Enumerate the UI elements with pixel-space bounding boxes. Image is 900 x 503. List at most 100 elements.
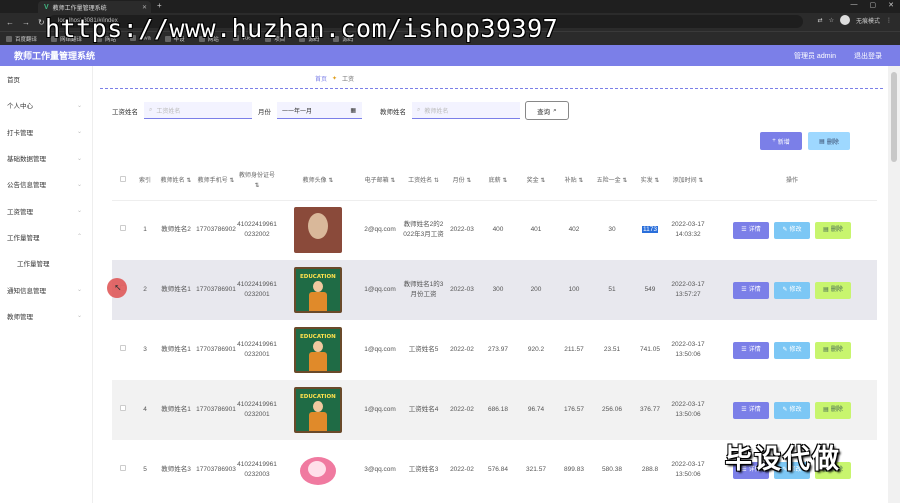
cell-idcard: 410224199610232003 <box>237 461 277 478</box>
detail-button[interactable]: ☰ 详情 <box>733 341 769 359</box>
browser-menu-icon[interactable]: ⋮ <box>886 17 892 24</box>
col-header[interactable]: 工资姓名 ⇅ <box>402 162 445 201</box>
reload-icon[interactable]: ↻ <box>38 18 45 27</box>
edit-button[interactable]: ✎ 修改 <box>774 401 810 419</box>
cell-index: 1 <box>143 226 147 234</box>
row-checkbox[interactable] <box>120 405 126 411</box>
sidebar-item-label: 基础数据管理 <box>7 156 46 164</box>
col-header[interactable]: 添加时间 ⇅ <box>669 162 707 201</box>
sidebar-item-workload[interactable]: 工作量管理 ⌃ <box>0 224 92 250</box>
sidebar-item-label: 工作量管理 <box>7 234 40 242</box>
table-row[interactable]: 1 教师姓名2 17703786902 410224199610232002 2@qq.… <box>112 200 877 260</box>
chevron-down-icon: ⌄ <box>76 208 82 215</box>
trash-icon: ▤ <box>823 347 829 353</box>
cell-email: 1@qq.com <box>364 286 396 293</box>
breadcrumb-home[interactable]: 首页 <box>315 74 327 83</box>
sidebar-item-teachers[interactable]: 教师管理 ⌄ <box>0 303 92 329</box>
window-close-icon[interactable]: ✕ <box>888 1 894 9</box>
col-header[interactable]: 教师姓名 ⇅ <box>156 162 196 201</box>
sidebar-item-home[interactable]: 首页 <box>0 66 92 92</box>
col-header[interactable]: 教师手机号 ⇅ <box>196 162 236 201</box>
cell-month: 2022-03 <box>450 286 474 293</box>
delete-button[interactable]: ▤ 删除 <box>815 341 851 359</box>
minimize-icon[interactable]: — <box>851 1 858 9</box>
sort-icon: ⇅ <box>254 182 260 189</box>
forward-icon[interactable]: → <box>22 18 30 27</box>
row-checkbox[interactable] <box>120 465 126 471</box>
detail-button[interactable]: ☰ 详情 <box>733 281 769 299</box>
bookmark-star-icon[interactable]: ☆ <box>829 17 834 24</box>
detail-button[interactable]: ☰ 详情 <box>733 401 769 419</box>
col-header[interactable]: 底薪 ⇅ <box>479 162 517 201</box>
sidebar-item-announcements[interactable]: 公告信息管理 ⌄ <box>0 171 92 197</box>
cell-salary_name: 教师姓名1的3月份工资 <box>403 281 444 298</box>
logout-link[interactable]: 退出登录 <box>854 51 882 61</box>
delete-button[interactable]: ▤ 删除 <box>815 221 851 239</box>
cell-insurance: 23.51 <box>603 346 621 353</box>
sidebar-item-salary[interactable]: 工资管理 ⌄ <box>0 197 92 223</box>
back-icon[interactable]: ← <box>6 18 14 27</box>
delete-button[interactable]: ▤ 删除 <box>815 281 851 299</box>
edit-button[interactable]: ✎ 修改 <box>774 281 810 299</box>
calendar-icon[interactable]: ▦ <box>350 107 356 114</box>
browser-tab[interactable]: V 教师工作量管理系统 ✕ <box>38 1 151 13</box>
teacher-name-input[interactable]: ⌕ 教师姓名 <box>412 102 520 119</box>
col-header[interactable]: 月份 ⇅ <box>445 162 479 201</box>
row-checkbox[interactable] <box>120 345 126 351</box>
edit-button[interactable]: ✎ 修改 <box>774 221 810 239</box>
col-header[interactable]: 教师身份证号 ⇅ <box>236 162 278 201</box>
delete-button[interactable]: ▤ 删除 <box>815 401 851 419</box>
month-input[interactable]: 一一年一月 ▦ <box>277 102 362 119</box>
row-actions: ☰ 详情 ✎ 修改 ▤ 删除 <box>707 401 877 419</box>
scrollbar[interactable] <box>888 66 900 503</box>
col-header[interactable]: 电子邮箱 ⇅ <box>358 162 402 201</box>
sidebar-subitem-workload[interactable]: 工作量管理 <box>0 250 92 276</box>
sidebar-item-label: 首页 <box>7 77 20 85</box>
col-header[interactable]: 教师头像 ⇅ <box>278 162 358 201</box>
sidebar-item-profile[interactable]: 个人中心 ⌄ <box>0 92 92 118</box>
sidebar-item-notifications[interactable]: 通知信息管理 ⌄ <box>0 276 92 302</box>
window-controls: — ▢ ✕ <box>851 1 895 9</box>
sort-icon: ⇅ <box>466 177 472 184</box>
scrollbar-thumb[interactable] <box>891 72 897 162</box>
col-header[interactable]: 奖金 ⇅ <box>517 162 555 201</box>
cell-idcard: 410224199610232001 <box>237 281 277 298</box>
maximize-icon[interactable]: ▢ <box>870 1 877 9</box>
add-button[interactable]: + 新增 <box>760 132 802 150</box>
table-row[interactable]: 4 教师姓名1 17703786901 410224199610232001 EDUCA… <box>112 380 877 440</box>
sidebar-item-clockin[interactable]: 打卡管理 ⌄ <box>0 119 92 145</box>
salary-name-input[interactable]: ⌕ 工资姓名 <box>144 102 252 119</box>
search-form: 工资姓名 ⌕ 工资姓名 月份 一一年一月 ▦ 教师姓名 ⌕ 教师姓名 查询 ⌕ <box>112 101 569 120</box>
sidebar-item-label: 工作量管理 <box>17 261 50 269</box>
col-header[interactable]: 实发 ⇅ <box>631 162 669 201</box>
incognito-avatar-icon[interactable] <box>839 15 850 25</box>
cell-salary_name: 工资姓名4 <box>408 406 439 413</box>
cell-phone: 17703786901 <box>196 406 236 413</box>
translate-icon[interactable]: ⇄ <box>818 17 823 24</box>
row-checkbox[interactable] <box>120 225 126 232</box>
cell-subsidy: 899.83 <box>564 466 584 473</box>
cell-teacher: 教师姓名1 <box>161 406 191 413</box>
edit-button[interactable]: ✎ 修改 <box>774 341 810 359</box>
col-header: 索引 <box>134 162 156 201</box>
divider <box>100 88 883 89</box>
cell-month: 2022-02 <box>450 346 474 353</box>
edit-icon: ✎ <box>782 347 788 353</box>
sort-icon: ⇅ <box>433 177 439 184</box>
sidebar: 首页 个人中心 ⌄ 打卡管理 ⌄ 基础数据管理 ⌄ 公告信息管理 ⌄ 工资管理 ⌄ 工作量… <box>0 66 93 503</box>
select-all-checkbox[interactable] <box>120 175 126 182</box>
bulk-delete-button[interactable]: ▤ 删除 <box>808 132 850 150</box>
col-header[interactable]: 补贴 ⇅ <box>555 162 593 201</box>
bookmark-item[interactable]: 百度翻译 <box>6 35 37 43</box>
detail-icon: ☰ <box>741 287 747 293</box>
sidebar-item-basic-data[interactable]: 基础数据管理 ⌄ <box>0 145 92 171</box>
table-row[interactable]: 3 教师姓名1 17703786901 410224199610232001 EDUCA… <box>112 320 877 380</box>
table-row[interactable]: 2 教师姓名1 17703786901 410224199610232001 EDUCA… <box>112 260 877 320</box>
detail-button[interactable]: ☰ 详情 <box>733 221 769 239</box>
search-icon: ⌕ <box>553 106 557 114</box>
tab-close-icon[interactable]: ✕ <box>142 4 147 11</box>
query-button[interactable]: 查询 ⌕ <box>525 101 569 120</box>
col-header[interactable]: 五险一金 ⇅ <box>593 162 631 201</box>
new-tab-icon[interactable]: + <box>157 1 162 10</box>
add-button-label: 新增 <box>777 139 790 146</box>
